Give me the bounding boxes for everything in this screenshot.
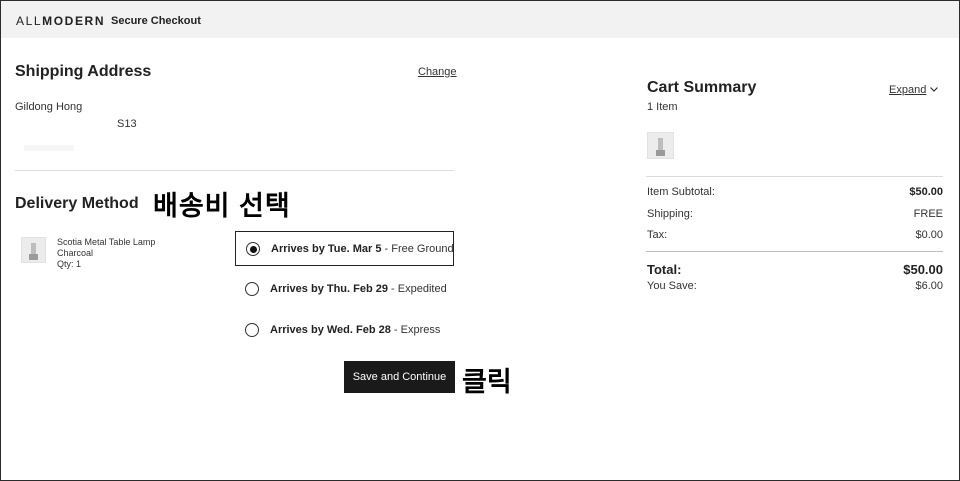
cart-total-divider	[646, 251, 943, 252]
tax-value: $0.00	[915, 229, 943, 241]
delivery-option-label: Arrives by Tue. Mar 5 - Free Ground	[271, 243, 454, 255]
delivery-option-date: Arrives by Thu. Feb 29	[270, 283, 388, 295]
cart-divider	[646, 176, 943, 177]
product-thumbnail	[21, 237, 46, 263]
cart-summary-title: Cart Summary	[647, 79, 757, 96]
redacted-address	[24, 145, 74, 151]
shipping-address-title: Shipping Address	[15, 63, 152, 80]
lamp-shade-shape	[658, 138, 663, 150]
delivery-option-date: Arrives by Wed. Feb 28	[270, 324, 391, 336]
delivery-method-title: Delivery Method	[15, 195, 139, 212]
secure-checkout-label: Secure Checkout	[111, 15, 201, 27]
delivery-option-label: Arrives by Thu. Feb 29 - Expedited	[270, 283, 447, 295]
delivery-option-method: - Expedited	[387, 283, 447, 295]
delivery-option-label: Arrives by Wed. Feb 28 - Express	[270, 324, 440, 336]
delivery-option-free-ground[interactable]: Arrives by Tue. Mar 5 - Free Ground	[235, 231, 454, 266]
tax-label: Tax:	[647, 229, 668, 241]
delivery-option-method: - Express	[390, 324, 441, 336]
cart-product-thumbnail	[647, 132, 674, 159]
chevron-down-icon[interactable]	[929, 84, 939, 94]
annotation-click: 클릭	[462, 367, 512, 397]
delivery-option-express[interactable]: Arrives by Wed. Feb 28 - Express	[235, 313, 454, 348]
radio-selected[interactable]	[246, 242, 260, 256]
subtotal-label: Item Subtotal:	[647, 186, 715, 198]
delivery-option-expedited[interactable]: Arrives by Thu. Feb 29 - Expedited	[235, 272, 454, 307]
product-qty: Qty: 1	[57, 259, 82, 269]
delivery-option-date: Arrives by Tue. Mar 5	[271, 243, 382, 255]
radio-dot	[249, 245, 257, 253]
logo-text-light: ALL	[16, 14, 43, 28]
you-save-label: You Save:	[647, 280, 697, 292]
product-color: Charcoal	[57, 248, 94, 258]
lamp-base-shape	[656, 150, 665, 156]
subtotal-value: $50.00	[909, 186, 943, 198]
product-name: Scotia Metal Table Lamp	[57, 237, 156, 247]
total-value: $50.00	[903, 262, 943, 277]
lamp-base-shape	[29, 254, 38, 260]
cart-item-count: 1 Item	[647, 101, 678, 113]
checkout-header: ALLMODERN Secure Checkout	[1, 1, 959, 38]
shipping-name: Gildong Hong	[15, 101, 83, 113]
shipping-cost-label: Shipping:	[647, 208, 693, 220]
radio-unselected[interactable]	[245, 323, 259, 337]
you-save-value: $6.00	[915, 280, 943, 292]
save-and-continue-button[interactable]: Save and Continue	[344, 361, 455, 393]
section-divider	[15, 170, 454, 171]
annotation-select-shipping: 배송비 선택	[153, 191, 291, 221]
total-label: Total:	[647, 262, 682, 277]
allmodern-logo[interactable]: ALLMODERN	[16, 14, 105, 28]
shipping-address-line: S13	[117, 118, 137, 130]
expand-cart-link[interactable]: Expand	[889, 84, 926, 96]
radio-unselected[interactable]	[245, 282, 259, 296]
lamp-shade-shape	[31, 243, 36, 254]
logo-text-bold: MODERN	[42, 14, 106, 28]
change-address-link[interactable]: Change	[418, 66, 457, 78]
delivery-option-method: - Free Ground	[381, 243, 454, 255]
shipping-cost-value: FREE	[913, 208, 943, 220]
